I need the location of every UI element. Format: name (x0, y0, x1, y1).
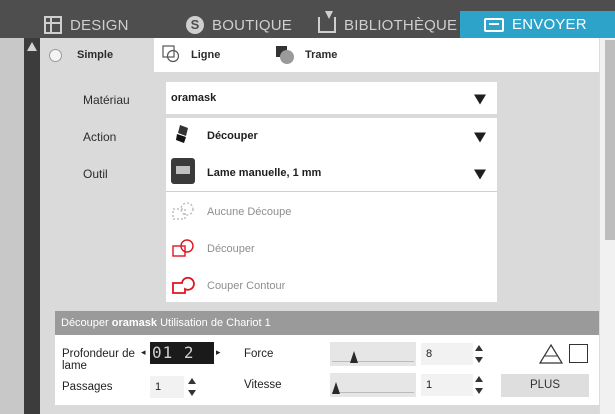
store-icon: S (186, 16, 204, 34)
more-button[interactable]: PLUS (501, 374, 589, 397)
blade-depth-label: Profondeur de lame (62, 348, 135, 372)
depth-left-arrow-icon[interactable]: ◂ (141, 347, 146, 358)
tab-bibliotheque[interactable]: BIBLIOTHÈQUE (318, 11, 457, 39)
right-scrollbar-thumb[interactable] (605, 40, 615, 240)
mode-trame-label[interactable]: Trame (305, 49, 337, 61)
force-slider-thumb[interactable] (350, 351, 359, 363)
material-value: oramask (171, 92, 217, 104)
depth-right-arrow-icon[interactable]: ▸ (216, 347, 221, 358)
fill-mode-icon[interactable] (275, 45, 295, 65)
option-cut-contour-label: Couper Contour (207, 280, 286, 292)
tool-label: Outil (83, 167, 108, 181)
tab-boutique-label: BOUTIQUE (212, 16, 292, 34)
download-icon (318, 11, 336, 33)
action-label: Action (83, 130, 117, 144)
test-cut-triangle-icon[interactable] (538, 343, 564, 365)
speed-stepper[interactable] (475, 374, 483, 396)
speed-label: Vitesse (244, 379, 282, 391)
tab-envoyer[interactable]: ENVOYER (460, 11, 615, 38)
test-cut-square-icon[interactable] (569, 344, 588, 363)
passes-label: Passages (62, 381, 113, 393)
line-mode-icon[interactable] (162, 45, 180, 63)
passes-stepper[interactable] (188, 376, 196, 398)
cut-options-list: Aucune Découpe Découper Couper Contour (166, 192, 497, 302)
speed-input[interactable]: 1 (421, 374, 473, 396)
tool-value: Lame manuelle, 1 mm (207, 166, 322, 179)
blade-depth-display[interactable]: 01 2 3 4 (150, 342, 214, 364)
chevron-down-icon[interactable] (474, 132, 486, 143)
option-no-cut[interactable]: Aucune Découpe (171, 197, 491, 227)
action-value: Découper (207, 130, 258, 142)
header-prefix: Découper (61, 317, 109, 329)
material-select[interactable]: oramask (166, 82, 497, 114)
header-suffix: Utilisation de Chariot 1 (160, 317, 271, 329)
manual-blade-icon (171, 158, 195, 184)
header-material: oramask (111, 317, 158, 329)
cut-contour-icon (172, 276, 195, 294)
settings-header: Découper oramask Utilisation de Chariot … (55, 311, 599, 335)
option-cut[interactable]: Découper (171, 234, 491, 264)
mode-simple-label[interactable]: Simple (77, 49, 113, 61)
tab-envoyer-label: ENVOYER (512, 16, 587, 33)
force-stepper[interactable] (475, 343, 483, 365)
scroll-up-arrow-icon[interactable] (27, 42, 37, 51)
passes-input[interactable]: 1 (150, 376, 184, 398)
tab-boutique[interactable]: S BOUTIQUE (186, 11, 292, 39)
tab-design[interactable]: DESIGN (44, 11, 129, 39)
option-cut-label: Découper (207, 243, 255, 255)
cut-icon (172, 239, 194, 257)
speed-slider[interactable] (330, 373, 416, 397)
blade-icon (176, 125, 188, 143)
tab-bibliotheque-label: BIBLIOTHÈQUE (344, 16, 458, 34)
grid-icon (44, 16, 62, 34)
no-cut-icon (172, 202, 194, 220)
force-input[interactable]: 8 (421, 343, 473, 365)
cutter-icon (484, 17, 504, 32)
option-no-cut-label: Aucune Découpe (207, 206, 292, 218)
force-slider-track (332, 361, 414, 362)
action-select[interactable]: Découper (166, 118, 497, 154)
panel-scrollbar[interactable] (24, 38, 40, 414)
material-label: Matériau (83, 93, 130, 107)
chevron-down-icon[interactable] (474, 94, 486, 105)
speed-slider-thumb[interactable] (332, 382, 340, 394)
mode-ligne-label[interactable]: Ligne (191, 49, 220, 61)
tab-design-label: DESIGN (70, 16, 129, 34)
chevron-down-icon[interactable] (474, 169, 486, 179)
force-label: Force (244, 348, 274, 360)
tool-select[interactable]: Lame manuelle, 1 mm (166, 154, 497, 192)
speed-slider-track (332, 392, 414, 393)
force-slider[interactable] (330, 342, 416, 366)
blade-depth-digits: 01 2 3 4 (152, 343, 195, 362)
option-cut-contour[interactable]: Couper Contour (171, 271, 491, 301)
mode-simple-radio[interactable] (49, 49, 62, 62)
